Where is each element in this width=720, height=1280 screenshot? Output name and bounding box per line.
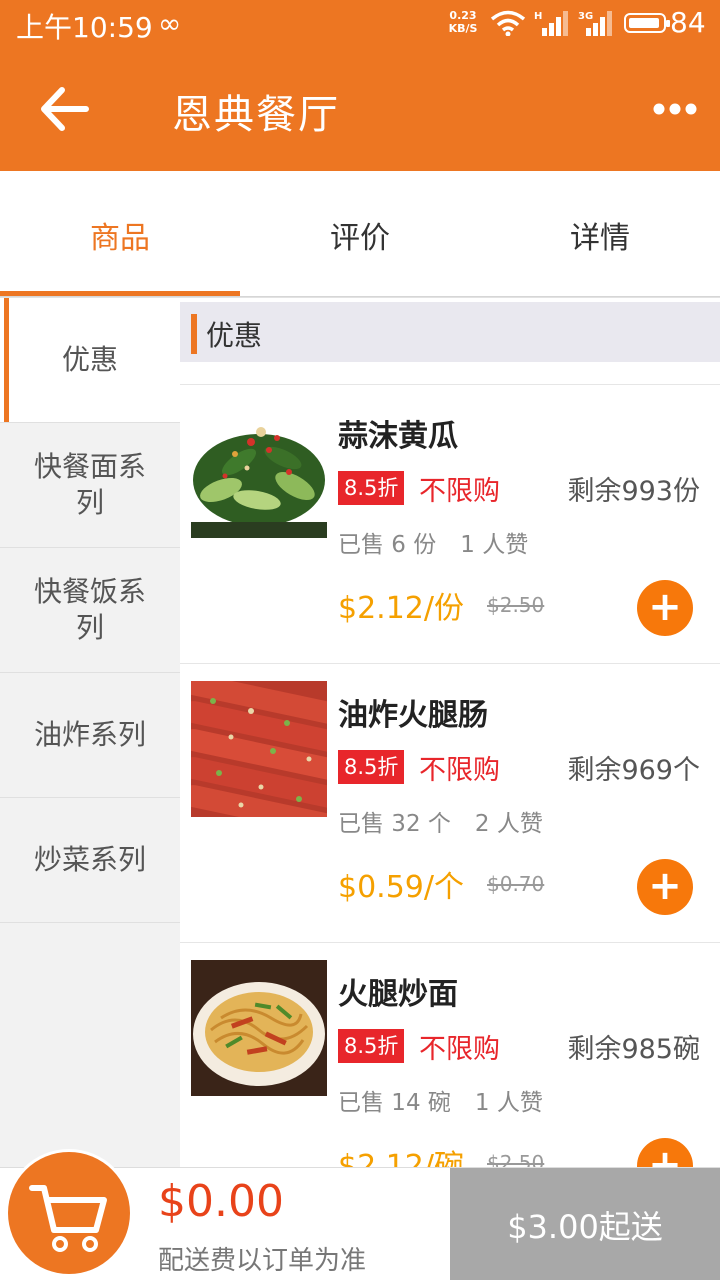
- battery-level: 84: [670, 6, 706, 39]
- delivery-fee-note: 配送费以订单为准: [158, 1246, 367, 1276]
- plus-icon: +: [648, 863, 682, 909]
- discount-badge: 8.5折: [338, 471, 405, 505]
- like-count: 2 人赞: [474, 811, 543, 837]
- cart-button[interactable]: [8, 1152, 130, 1274]
- sold-count: 已售 32 个: [338, 811, 451, 837]
- product-image-sausage[interactable]: [191, 681, 327, 817]
- product-image-noodles[interactable]: [191, 960, 327, 1096]
- product-item: 火腿炒面 8.5折 不限购 剩余985碗 已售 14 碗 1 人赞 $2.12/碗…: [180, 942, 720, 1168]
- sidebar-item-fried[interactable]: 油炸系列: [0, 673, 180, 798]
- purchase-limit: 不限购: [419, 476, 500, 507]
- plus-icon: +: [648, 1142, 682, 1168]
- signal-3g-icon: 3G: [578, 11, 612, 36]
- signal-1-label: H: [534, 11, 542, 22]
- tab-bar: 商品 评价 详情: [0, 171, 720, 298]
- product-price: $2.12/份: [338, 591, 464, 626]
- sold-count: 已售 6 份: [338, 532, 437, 558]
- product-price: $0.59/个: [338, 870, 464, 905]
- more-dots-icon: [653, 103, 697, 115]
- product-name: 火腿炒面: [338, 977, 458, 1012]
- section-header: 优惠: [180, 302, 720, 362]
- page-title: 恩典餐厅: [172, 92, 340, 138]
- discount-badge: 8.5折: [338, 1029, 405, 1063]
- tab-reviews[interactable]: 评价: [240, 171, 480, 298]
- tab-details[interactable]: 详情: [480, 171, 720, 298]
- plus-icon: +: [648, 584, 682, 630]
- sidebar-item-label: 快餐面系列: [33, 450, 146, 519]
- product-list[interactable]: 优惠 蒜沫黄瓜 8.5折 不限购 剩余993份 已售 6 份 1 人赞 $2.1…: [180, 298, 720, 1168]
- tab-products[interactable]: 商品: [0, 171, 240, 298]
- product-stats: 已售 14 碗 1 人赞: [338, 1083, 543, 1117]
- sidebar-item-label: 优惠: [61, 343, 118, 376]
- stock-remaining: 剩余969个: [567, 755, 700, 786]
- discount-badge: 8.5折: [338, 750, 405, 784]
- stock-remaining: 剩余993份: [567, 476, 700, 507]
- section-marker: [191, 314, 197, 354]
- product-price: $2.12/碗: [338, 1149, 464, 1168]
- stock-remaining: 剩余985碗: [567, 1034, 700, 1065]
- sidebar-item-discount[interactable]: 优惠: [0, 298, 180, 423]
- add-to-cart-button[interactable]: +: [637, 859, 693, 915]
- like-count: 1 人赞: [474, 1090, 543, 1116]
- add-to-cart-button[interactable]: +: [637, 1138, 693, 1168]
- cart-total: $0.00: [158, 1176, 284, 1227]
- purchase-limit: 不限购: [419, 1034, 500, 1065]
- category-sidebar: 优惠 快餐面系列 快餐饭系列 油炸系列 炒菜系列: [0, 298, 180, 1168]
- checkout-button[interactable]: $3.00起送: [450, 1168, 720, 1280]
- checkout-bar: $0.00 配送费以订单为准 $3.00起送: [0, 1152, 720, 1280]
- net-speed-value: 0.23: [449, 9, 477, 22]
- more-button[interactable]: [640, 86, 710, 132]
- loop-icon: ∞: [158, 7, 182, 40]
- original-price: $2.50: [487, 593, 545, 617]
- product-item: 蒜沫黄瓜 8.5折 不限购 剩余993份 已售 6 份1 人赞 $2.12/份 …: [180, 384, 720, 663]
- app-bar: 恩典餐厅: [0, 46, 720, 171]
- add-to-cart-button[interactable]: +: [637, 580, 693, 636]
- sidebar-item-label: 快餐饭系列: [33, 575, 146, 644]
- sold-count: 已售 14 碗: [338, 1090, 451, 1116]
- original-price: $2.50: [487, 1151, 545, 1168]
- original-price: $0.70: [487, 872, 545, 896]
- cart-icon: [29, 1185, 107, 1252]
- battery-icon: [624, 13, 670, 33]
- product-name: 油炸火腿肠: [338, 698, 488, 733]
- product-item: 油炸火腿肠 8.5折 不限购 剩余969个 已售 32 个 2 人赞 $0.59/…: [180, 663, 720, 942]
- net-speed: 0.23 KB/S: [446, 9, 480, 35]
- arrow-left-icon: [41, 87, 89, 131]
- status-time: 上午10:59: [16, 11, 153, 44]
- net-speed-unit: KB/S: [448, 22, 478, 35]
- product-stats: 已售 6 份 1 人赞: [338, 525, 528, 559]
- sidebar-item-stir-fry[interactable]: 炒菜系列: [0, 798, 180, 923]
- wifi-icon: [490, 10, 526, 36]
- product-stats: 已售 32 个 2 人赞: [338, 804, 543, 838]
- sidebar-item-label: 炒菜系列: [33, 843, 146, 876]
- signal-icon: H: [534, 11, 568, 36]
- signal-2-label: 3G: [578, 11, 593, 22]
- product-name: 蒜沫黄瓜: [338, 419, 458, 454]
- product-image-cucumber[interactable]: [191, 402, 327, 538]
- like-count: 1 人赞: [460, 532, 529, 558]
- section-title: 优惠: [206, 319, 263, 352]
- purchase-limit: 不限购: [419, 755, 500, 786]
- back-button[interactable]: [28, 74, 98, 144]
- status-bar: 上午10:59 ∞ 0.23 KB/S H 3G 84: [0, 0, 720, 46]
- sidebar-item-noodles[interactable]: 快餐面系列: [0, 423, 180, 548]
- sidebar-item-rice[interactable]: 快餐饭系列: [0, 548, 180, 673]
- app-screen: 上午10:59 ∞ 0.23 KB/S H 3G 84 恩典餐厅 商品 评价 详…: [0, 0, 720, 1280]
- sidebar-item-label: 油炸系列: [33, 718, 146, 751]
